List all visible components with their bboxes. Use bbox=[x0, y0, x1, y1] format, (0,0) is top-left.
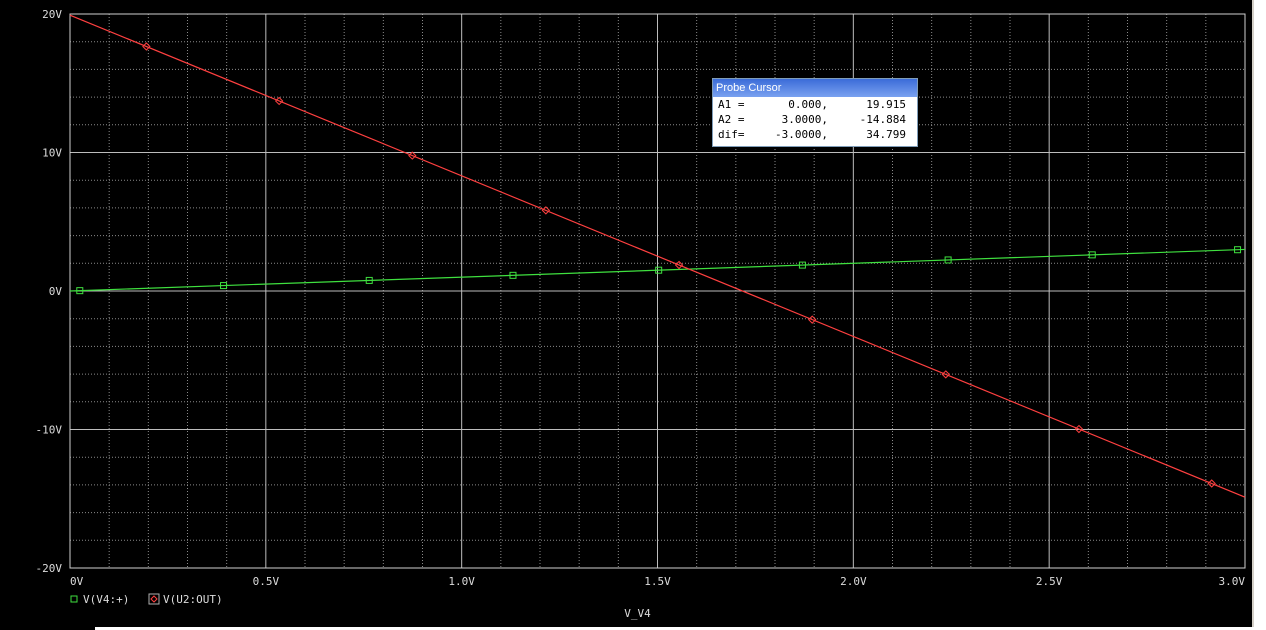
probe-row-a1: A1 = 0.000, 19.915 bbox=[713, 97, 917, 112]
y-tick-label: 0V bbox=[49, 285, 63, 298]
probe-label: A2 = bbox=[718, 113, 745, 126]
x-tick-label: 1.0V bbox=[448, 575, 475, 588]
probe-x-value: 0.000, bbox=[788, 98, 828, 111]
y-tick-label: 10V bbox=[42, 147, 62, 160]
x-tick-label: 0.5V bbox=[253, 575, 280, 588]
probe-x-value: -3.0000, bbox=[775, 128, 828, 141]
x-axis-label: V_V4 bbox=[624, 607, 651, 620]
probe-x-value: 3.0000, bbox=[781, 113, 828, 126]
probe-cursor-title[interactable]: Probe Cursor bbox=[713, 79, 917, 97]
legend-marker bbox=[150, 595, 158, 603]
y-tick-label: 20V bbox=[42, 8, 62, 21]
x-tick-label: 2.0V bbox=[840, 575, 867, 588]
probe-row-a2: A2 = 3.0000, -14.884 bbox=[713, 112, 917, 127]
probe-y-value: -14.884 bbox=[859, 113, 906, 126]
y-tick-label: -10V bbox=[36, 424, 63, 437]
legend-label[interactable]: V(V4:+) bbox=[83, 593, 129, 606]
x-tick-label: 1.5V bbox=[644, 575, 671, 588]
probe-y-value: 34.799 bbox=[866, 128, 906, 141]
probe-row-dif: dif= -3.0000, 34.799 bbox=[713, 127, 917, 142]
x-tick-label: 3.0V bbox=[1219, 575, 1246, 588]
window-border bbox=[1254, 0, 1266, 630]
x-tick-label: 2.5V bbox=[1036, 575, 1063, 588]
probe-plot-window: 0V 0.5V 1.0V 1.5V 2.0V 2.5V 3.0V 20V 10V 0V -10V -2… bbox=[0, 0, 1266, 630]
probe-label: dif= bbox=[718, 128, 745, 141]
line-chart: 0V 0.5V 1.0V 1.5V 2.0V 2.5V 3.0V 20V 10V 0V -10V -2… bbox=[36, 8, 1246, 620]
legend-label[interactable]: V(U2:OUT) bbox=[163, 593, 223, 606]
y-tick-label: -20V bbox=[36, 562, 63, 575]
probe-y-value: 19.915 bbox=[866, 98, 906, 111]
probe-label: A1 = bbox=[718, 98, 745, 111]
x-tick-label: 0V bbox=[70, 575, 84, 588]
probe-cursor-panel[interactable]: Probe Cursor A1 = 0.000, 19.915 A2 = 3.0… bbox=[712, 78, 918, 147]
legend-marker bbox=[70, 595, 78, 603]
